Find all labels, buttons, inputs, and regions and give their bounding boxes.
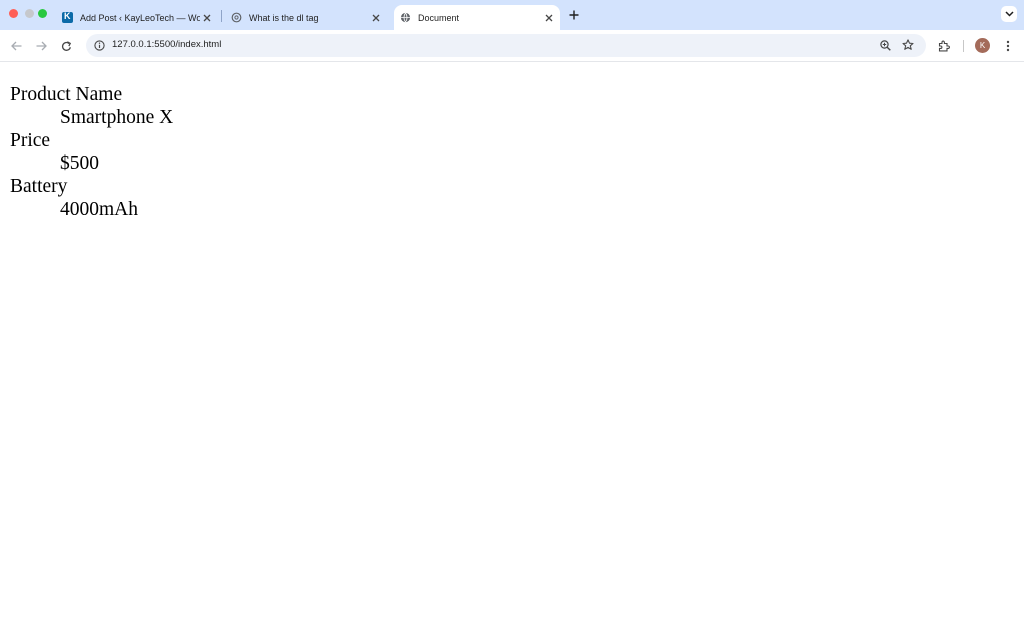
tab-search-button[interactable] xyxy=(1001,6,1017,22)
tab-strip: Add Post ‹ KayLeoTech — Wo What is the d… xyxy=(0,0,1024,30)
globe-icon xyxy=(400,12,411,23)
maximize-window-button[interactable] xyxy=(38,9,47,18)
url-text[interactable]: 127.0.0.1:5500/index.html xyxy=(112,39,221,50)
close-icon[interactable] xyxy=(542,11,556,25)
puzzle-icon xyxy=(938,40,950,52)
new-tab-button[interactable] xyxy=(566,7,582,23)
tab-title: What is the dl tag xyxy=(249,12,319,23)
profile-avatar[interactable]: K xyxy=(975,38,990,53)
definition-term: Price xyxy=(10,130,51,151)
zoom-icon[interactable] xyxy=(878,38,892,52)
close-window-button[interactable] xyxy=(9,9,18,18)
site-info-icon[interactable] xyxy=(92,38,106,52)
definition-description: 4000mAh xyxy=(60,199,138,220)
menu-button[interactable] xyxy=(1000,38,1016,54)
page-viewport: Product Name Smartphone X Price $500 Bat… xyxy=(0,63,1024,640)
plus-icon xyxy=(569,10,579,20)
product-definition-list: Product Name Smartphone X Price $500 Bat… xyxy=(10,83,173,221)
tab-title: Add Post ‹ KayLeoTech — Wo xyxy=(80,12,200,23)
kayleotech-k-icon xyxy=(62,11,73,23)
definition-term: Battery xyxy=(10,176,68,197)
definition-term: Product Name xyxy=(10,84,123,105)
browser-toolbar: 127.0.0.1:5500/index.html K xyxy=(0,30,1024,62)
forward-button[interactable] xyxy=(33,38,49,54)
extensions-button[interactable] xyxy=(936,38,952,54)
address-bar[interactable]: 127.0.0.1:5500/index.html xyxy=(86,34,926,57)
bookmark-star-icon[interactable] xyxy=(901,38,915,52)
tab-dl-tag[interactable]: What is the dl tag xyxy=(225,5,387,30)
arrow-right-icon xyxy=(36,41,47,51)
minimize-window-button[interactable] xyxy=(25,9,34,18)
kebab-menu-icon xyxy=(1006,40,1010,52)
definition-description: $500 xyxy=(60,153,99,174)
tab-separator xyxy=(221,10,222,22)
tab-title: Document xyxy=(418,12,460,23)
tab-document[interactable]: Document xyxy=(394,5,560,30)
reload-icon xyxy=(61,40,71,51)
reload-button[interactable] xyxy=(58,38,74,54)
chatgpt-icon xyxy=(231,12,242,23)
toolbar-divider xyxy=(963,40,964,52)
arrow-left-icon xyxy=(10,41,21,51)
definition-description: Smartphone X xyxy=(60,107,174,128)
close-icon[interactable] xyxy=(369,11,383,25)
chevron-down-icon xyxy=(1004,11,1014,17)
back-button[interactable] xyxy=(8,38,24,54)
close-icon[interactable] xyxy=(200,11,214,25)
tab-add-post[interactable]: Add Post ‹ KayLeoTech — Wo xyxy=(56,5,218,30)
